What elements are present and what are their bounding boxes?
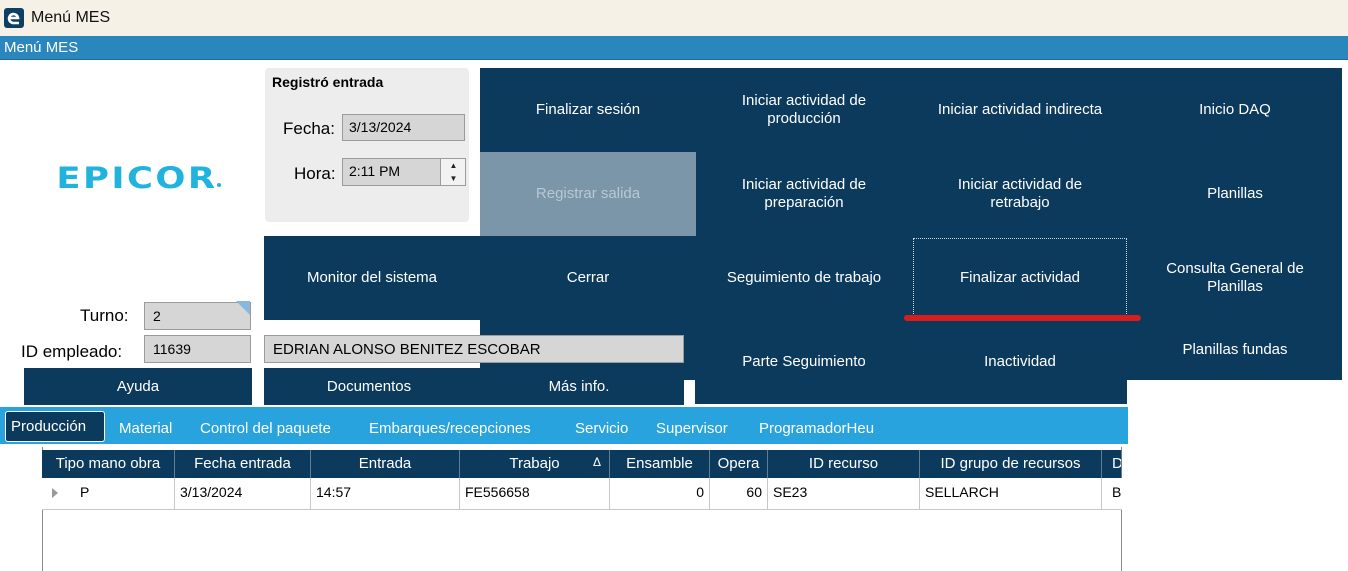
turno-corner-marker (236, 301, 250, 315)
table-cell[interactable]: 3/13/2024 (175, 478, 311, 510)
iniciar-retrabajo-button[interactable]: Iniciar actividad de retrabajo (912, 152, 1128, 236)
epicor-logo: EPICOR (56, 161, 218, 195)
window-titlebar (0, 0, 1348, 36)
cerrar-button[interactable]: Cerrar (480, 236, 696, 320)
tab-embarques[interactable]: Embarques/recepciones (369, 420, 531, 437)
column-header[interactable]: Ensamble (610, 450, 710, 478)
date-label: Fecha: (283, 119, 335, 138)
iniciar-indirecta-button[interactable]: Iniciar actividad indirecta (912, 68, 1128, 152)
column-header[interactable]: D (1102, 450, 1122, 478)
tab-servicio[interactable]: Servicio (575, 420, 628, 437)
iniciar-produccion-button[interactable]: Iniciar actividad de producción (696, 68, 912, 152)
planillas-button[interactable]: Planillas (1128, 152, 1342, 236)
header-title: Menú MES (4, 39, 79, 56)
monitor-sistema-button[interactable]: Monitor del sistema (264, 236, 480, 320)
finalizar-actividad-button[interactable]: Finalizar actividad (912, 236, 1128, 320)
clock-in-panel (265, 68, 469, 222)
tab-produccion[interactable]: Producción (5, 411, 105, 442)
column-header[interactable]: ID recurso (768, 450, 920, 478)
seguimiento-trabajo-button[interactable]: Seguimiento de trabajo (696, 236, 912, 320)
mas-info-button[interactable]: Más info. (474, 368, 684, 405)
parte-seguimiento-button[interactable]: Parte Seguimiento (696, 320, 912, 404)
time-label: Hora: (294, 164, 336, 183)
tab-programador[interactable]: ProgramadorHeu (759, 420, 874, 437)
tab-control-paquete[interactable]: Control del paquete (200, 420, 331, 437)
column-header[interactable]: Trabajo (460, 450, 610, 478)
table-cell[interactable]: P (42, 478, 175, 510)
column-header[interactable]: Fecha entrada (175, 450, 311, 478)
table-cell[interactable]: SELLARCH (920, 478, 1102, 510)
planillas-fundas-button[interactable]: Planillas fundas (1128, 320, 1342, 380)
registrar-salida-label: Registrar salida (535, 185, 641, 202)
time-spinner[interactable]: ▲ ▼ (440, 159, 465, 185)
finalizar-sesion-button[interactable]: Finalizar sesión (480, 68, 696, 152)
turno-label: Turno: (80, 306, 129, 325)
spin-up-icon[interactable]: ▲ (441, 159, 466, 172)
header-band (0, 36, 1348, 60)
window-title: Menú MES (31, 9, 111, 26)
inicio-daq-button[interactable]: Inicio DAQ (1128, 68, 1342, 152)
column-header[interactable]: Entrada (311, 450, 460, 478)
consulta-planillas-button[interactable]: Consulta General de Planillas (1128, 236, 1342, 320)
employee-id-label: ID empleado: (21, 342, 123, 361)
table-cell[interactable]: FE556658 (460, 478, 610, 510)
column-header[interactable]: Tipo mano obra (42, 450, 175, 478)
ayuda-button[interactable]: Ayuda (24, 368, 252, 405)
registrar-salida-button[interactable]: Registrar salida (480, 152, 696, 236)
turno-field[interactable]: 2 (144, 302, 251, 330)
column-header[interactable]: Opera (710, 450, 768, 478)
tab-supervisor[interactable]: Supervisor (656, 420, 728, 437)
employee-id-field[interactable]: 11639 (144, 335, 251, 363)
inactividad-button[interactable]: Inactividad (912, 320, 1128, 404)
date-field[interactable]: 3/13/2024 (342, 114, 465, 141)
table-cell[interactable]: 0 (610, 478, 710, 510)
table-cell[interactable]: B (1102, 478, 1122, 510)
sort-ascending-icon: Δ (593, 455, 602, 469)
documentos-button[interactable]: Documentos (264, 368, 474, 405)
tab-material[interactable]: Material (119, 420, 172, 437)
spin-down-icon[interactable]: ▼ (441, 172, 466, 185)
employee-name-field: EDRIAN ALONSO BENITEZ ESCOBAR (264, 335, 684, 363)
table-cell[interactable]: SE23 (768, 478, 920, 510)
iniciar-preparacion-button[interactable]: Iniciar actividad de preparación (696, 152, 912, 236)
logo-dot (217, 183, 221, 187)
clock-in-title: Registró entrada (272, 74, 384, 90)
epicor-app-icon (4, 8, 24, 28)
column-header[interactable]: ID grupo de recursos (920, 450, 1102, 478)
table-cell[interactable]: 60 (710, 478, 768, 510)
table-cell[interactable]: 14:57 (311, 478, 460, 510)
